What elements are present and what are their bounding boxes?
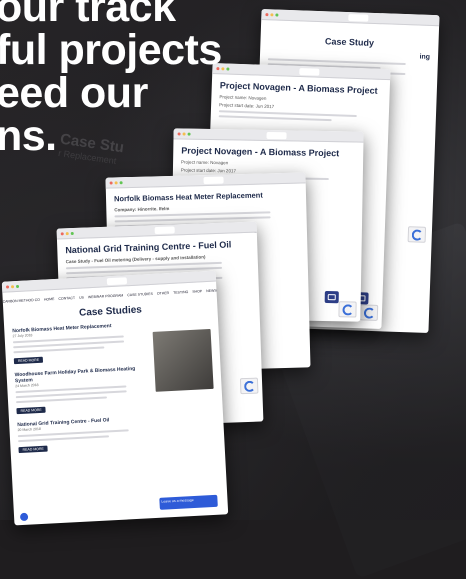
minimize-dot-icon	[270, 12, 274, 16]
read-more-button[interactable]: READ MORE	[18, 445, 48, 454]
recaptcha-icon	[359, 304, 379, 321]
project-name: Project name: Novagen	[181, 159, 229, 166]
browser-window-case-studies: CARBON METHOD CO HOME CONTACT US WEBINAR…	[1, 270, 229, 526]
nav-item[interactable]: HOME	[44, 297, 55, 302]
headline: our track ful projects eed our ns.	[0, 0, 222, 158]
headline-line-2: ful projects	[0, 26, 222, 74]
case-list: Norfolk Biomass Heat Meter Replacement 2…	[12, 321, 149, 457]
case-study-image	[152, 328, 214, 392]
site-nav: CARBON METHOD CO HOME CONTACT US WEBINAR…	[3, 289, 217, 304]
company-name: Company: Hinorrite. Ifelm	[114, 205, 170, 213]
window-title: Project Novagen - A Biomass Project	[219, 80, 378, 96]
recaptcha-icon	[338, 301, 357, 318]
read-more-button[interactable]: READ MORE	[16, 406, 46, 415]
nav-item[interactable]: OTHER	[157, 291, 169, 296]
nav-item[interactable]: US	[79, 295, 84, 299]
chat-widget[interactable]: Leave us a message	[159, 494, 218, 510]
chat-icon[interactable]	[324, 291, 339, 304]
nav-item[interactable]: TESTING	[173, 290, 188, 295]
recaptcha-icon	[407, 226, 427, 243]
headline-line-1: our track	[0, 0, 176, 31]
nav-item[interactable]: CASE STUDIES	[127, 292, 153, 297]
maximize-dot-icon	[275, 12, 279, 17]
headline-line-3: eed our	[0, 69, 148, 117]
case-subtitle: Case Study - Fuel Oil metering (Delivery…	[65, 254, 206, 265]
headline-line-4: ns.	[0, 112, 57, 160]
nav-item[interactable]: WEBINAR PROGRAM	[88, 293, 124, 299]
nav-item[interactable]: CARBON METHOD CO	[3, 298, 41, 304]
nav-item[interactable]: CONTACT	[58, 296, 75, 301]
recaptcha-icon	[239, 377, 259, 395]
close-dot-icon	[265, 12, 269, 16]
nav-item[interactable]: SHOP	[192, 289, 202, 294]
window-title: Case Study	[324, 36, 375, 48]
window-title: Norfolk Biomass Heat Meter Replacement	[113, 190, 263, 204]
read-more-button[interactable]: READ MORE	[13, 356, 44, 365]
page-title: Case Studies	[78, 304, 143, 319]
nav-item[interactable]: NEWS	[206, 289, 217, 294]
address-bar	[347, 13, 368, 22]
